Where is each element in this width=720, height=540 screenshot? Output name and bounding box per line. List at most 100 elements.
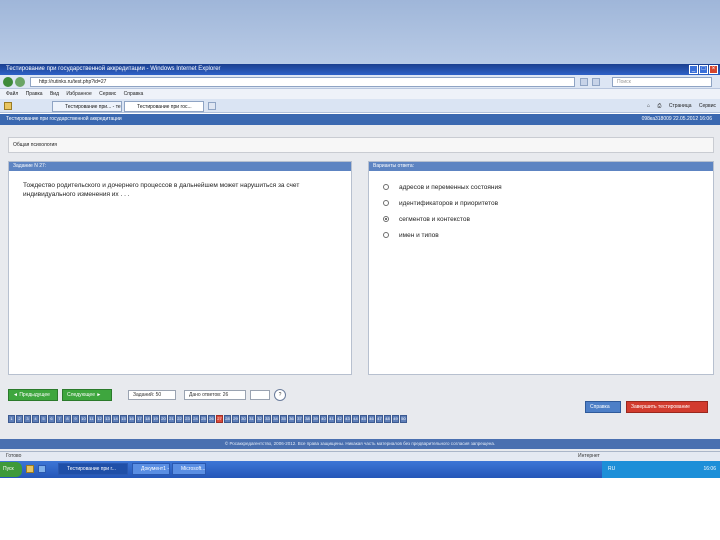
question-number-button[interactable]: 14	[112, 415, 119, 423]
question-number-button[interactable]: 41	[328, 415, 335, 423]
question-number-button[interactable]: 1	[8, 415, 15, 423]
question-number-button[interactable]: 26	[208, 415, 215, 423]
answer-option[interactable]: сегментов и контекстов	[383, 211, 699, 227]
tabs-bar: Тестирование при... - тестов Тестировани…	[0, 99, 720, 113]
question-number-button[interactable]: 2	[16, 415, 23, 423]
stop-icon[interactable]	[592, 78, 600, 86]
question-number-button[interactable]: 36	[288, 415, 295, 423]
back-icon[interactable]	[3, 77, 13, 87]
maximize-icon[interactable]: □	[699, 65, 708, 74]
question-number-button[interactable]: 13	[104, 415, 111, 423]
question-number-button[interactable]: 47	[376, 415, 383, 423]
question-number-button[interactable]: 19	[152, 415, 159, 423]
home-icon[interactable]: ⌂	[647, 103, 650, 109]
menu-item-view[interactable]: Вид	[50, 91, 59, 97]
tab-tests[interactable]: Тестирование при... - тестов	[52, 101, 122, 112]
question-number-button[interactable]: 37	[296, 415, 303, 423]
question-number-button[interactable]: 34	[272, 415, 279, 423]
taskbar-task[interactable]: Тестирование при г...	[58, 463, 128, 475]
help-circle-icon[interactable]: ?	[274, 389, 286, 401]
question-number-button[interactable]: 24	[192, 415, 199, 423]
refresh-icon[interactable]	[580, 78, 588, 86]
forward-icon[interactable]	[15, 77, 25, 87]
taskbar-task[interactable]: Microsoft...	[172, 463, 206, 475]
close-icon[interactable]: ×	[709, 65, 718, 74]
question-number-button[interactable]: 3	[24, 415, 31, 423]
question-number-button[interactable]: 4	[32, 415, 39, 423]
minimize-icon[interactable]: _	[689, 65, 698, 74]
question-number-button[interactable]: 23	[184, 415, 191, 423]
question-number-button[interactable]: 28	[224, 415, 231, 423]
browser-window: Тестирование при государственной аккреди…	[0, 64, 720, 478]
menu-item-file[interactable]: Файл	[6, 91, 18, 97]
question-number-button[interactable]: 30	[240, 415, 247, 423]
menu-item-edit[interactable]: Правка	[26, 91, 43, 97]
question-number-button[interactable]: 6	[48, 415, 55, 423]
question-number-button[interactable]: 40	[320, 415, 327, 423]
question-number-button[interactable]: 12	[96, 415, 103, 423]
url-input[interactable]: http://rutinks.ru/test.php?id=27	[30, 77, 575, 87]
quick-launch-ie-icon[interactable]	[38, 465, 46, 473]
question-number-button[interactable]: 21	[168, 415, 175, 423]
question-number-button[interactable]: 39	[312, 415, 319, 423]
tools-menu[interactable]: Сервис	[699, 103, 716, 109]
answers-heading: Варианты ответа:	[369, 162, 713, 171]
question-number-button[interactable]: 42	[336, 415, 343, 423]
page-menu[interactable]: Страница	[669, 103, 692, 109]
question-number-button[interactable]: 25	[200, 415, 207, 423]
question-number-button[interactable]: 15	[120, 415, 127, 423]
taskbar-task[interactable]: Документ1 - Micr...	[132, 463, 170, 475]
question-number-button[interactable]: 31	[248, 415, 255, 423]
question-number-button[interactable]: 49	[392, 415, 399, 423]
question-number-button[interactable]: 11	[88, 415, 95, 423]
question-number-button[interactable]: 29	[232, 415, 239, 423]
finish-test-button[interactable]: Завершить тестирование	[626, 401, 708, 413]
answer-option[interactable]: имен и типов	[383, 227, 699, 243]
language-indicator[interactable]: RU	[608, 466, 615, 472]
quick-launch-icon[interactable]	[26, 465, 34, 473]
question-number-button[interactable]: 44	[352, 415, 359, 423]
tab-current[interactable]: Тестирование при гос...	[124, 101, 204, 112]
question-number-button[interactable]: 48	[384, 415, 391, 423]
status-bar: Готово Интернет	[0, 451, 720, 461]
question-number-button[interactable]: 18	[144, 415, 151, 423]
question-number-button[interactable]: 35	[280, 415, 287, 423]
question-number-button[interactable]: 45	[360, 415, 367, 423]
question-number-button[interactable]: 17	[136, 415, 143, 423]
favorites-star-icon[interactable]	[4, 102, 12, 110]
radio-button[interactable]	[383, 184, 389, 190]
question-number-button[interactable]: 20	[160, 415, 167, 423]
radio-button[interactable]	[383, 200, 389, 206]
help-button[interactable]: Справка	[585, 401, 621, 413]
next-button[interactable]: Следующее ►	[62, 389, 112, 401]
start-button[interactable]: Пуск	[0, 462, 22, 477]
answer-option[interactable]: адресов и переменных состояния	[383, 179, 699, 195]
question-number-button[interactable]: 38	[304, 415, 311, 423]
question-number-button[interactable]: 43	[344, 415, 351, 423]
radio-button[interactable]	[383, 232, 389, 238]
menu-item-help[interactable]: Справка	[124, 91, 144, 97]
question-number-button[interactable]: 16	[128, 415, 135, 423]
radio-button-selected[interactable]	[383, 216, 389, 222]
question-number-button[interactable]: 27	[216, 415, 223, 423]
answer-option[interactable]: идентификаторов и приоритетов	[383, 195, 699, 211]
menu-item-favorites[interactable]: Избранное	[66, 91, 91, 97]
prev-button[interactable]: ◄ Предыдущее	[8, 389, 58, 401]
question-number-button[interactable]: 32	[256, 415, 263, 423]
print-icon[interactable]: ⎙	[657, 103, 661, 109]
question-number-button[interactable]: 10	[80, 415, 87, 423]
question-number-button[interactable]: 46	[368, 415, 375, 423]
taskbar: Пуск Тестирование при г... Документ1 - M…	[0, 461, 720, 478]
blank-field	[250, 390, 270, 400]
question-number-button[interactable]: 7	[56, 415, 63, 423]
new-tab-icon[interactable]	[208, 102, 216, 110]
question-number-button[interactable]: 33	[264, 415, 271, 423]
question-number-button[interactable]: 9	[72, 415, 79, 423]
question-number-button[interactable]: 5	[40, 415, 47, 423]
search-input[interactable]: Поиск	[612, 77, 712, 87]
address-bar: http://rutinks.ru/test.php?id=27 Поиск	[0, 75, 720, 89]
question-number-button[interactable]: 22	[176, 415, 183, 423]
question-number-button[interactable]: 50	[400, 415, 407, 423]
question-number-button[interactable]: 8	[64, 415, 71, 423]
menu-item-tools[interactable]: Сервис	[99, 91, 116, 97]
